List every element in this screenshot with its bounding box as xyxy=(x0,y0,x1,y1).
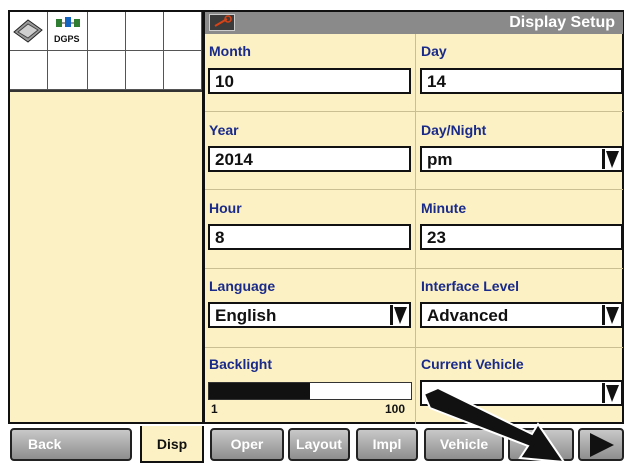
interface-level-value: Advanced xyxy=(427,306,509,325)
row-divider xyxy=(205,268,623,269)
layout-button[interactable]: Layout xyxy=(288,428,350,461)
status-cell-10[interactable] xyxy=(164,51,202,90)
impl-button[interactable]: Impl xyxy=(356,428,418,461)
status-cell-9[interactable] xyxy=(126,51,164,90)
language-value: English xyxy=(215,306,277,325)
current-vehicle-dropdown[interactable] xyxy=(420,380,623,406)
day-field[interactable]: 14 xyxy=(420,68,623,94)
play-arrow-icon xyxy=(590,433,614,457)
backlight-level xyxy=(209,383,310,399)
row-divider xyxy=(205,347,623,348)
backlight-slider[interactable] xyxy=(208,382,412,400)
tab-disp[interactable]: Disp xyxy=(140,426,204,463)
row-divider xyxy=(205,189,623,190)
status-cell-4[interactable] xyxy=(126,12,164,51)
current-vehicle-label: Current Vehicle xyxy=(421,356,524,372)
hour-field[interactable]: 8 xyxy=(208,224,411,250)
dgps-label: DGPS xyxy=(54,34,80,44)
day-label: Day xyxy=(421,43,447,59)
backlight-max-label: 100 xyxy=(385,402,406,416)
day-night-value: pm xyxy=(427,150,453,169)
interface-level-dropdown[interactable]: Advanced xyxy=(420,302,623,328)
status-cell-dgps[interactable]: DGPS xyxy=(48,12,88,51)
dropdown-arrow-icon xyxy=(390,305,407,325)
display-setup-panel: Display Setup Month 10 Day 14 Year 2014 … xyxy=(204,10,624,424)
row-divider xyxy=(205,111,623,112)
interface-level-label: Interface Level xyxy=(421,278,520,294)
hour-label: Hour xyxy=(209,200,242,216)
status-cell-5[interactable] xyxy=(164,12,202,51)
day-night-dropdown[interactable]: pm xyxy=(420,146,623,172)
wrench-icon xyxy=(209,14,235,31)
dropdown-arrow-icon xyxy=(602,149,619,169)
title-bar: Display Setup xyxy=(205,12,623,34)
dropdown-arrow-icon xyxy=(602,305,619,325)
oper-button[interactable]: Oper xyxy=(210,428,284,461)
display-unit-icon xyxy=(13,19,43,43)
column-divider xyxy=(415,34,416,424)
backlight-label: Backlight xyxy=(209,356,273,372)
satellite-icon xyxy=(56,17,80,27)
page-title: Display Setup xyxy=(509,14,615,31)
month-label: Month xyxy=(209,43,251,59)
year-field[interactable]: 2014 xyxy=(208,146,411,172)
vt-button[interactable]: VT xyxy=(508,428,574,461)
status-grid-divider xyxy=(10,90,202,92)
month-field[interactable]: 10 xyxy=(208,68,411,94)
language-dropdown[interactable]: English xyxy=(208,302,411,328)
status-cell-display[interactable] xyxy=(10,12,48,51)
status-cell-8[interactable] xyxy=(88,51,126,90)
status-cell-7[interactable] xyxy=(48,51,88,90)
year-label: Year xyxy=(209,122,239,138)
dropdown-arrow-icon xyxy=(602,383,619,403)
vehicle-button[interactable]: Vehicle xyxy=(424,428,504,461)
status-cell-3[interactable] xyxy=(88,12,126,51)
minute-field[interactable]: 23 xyxy=(420,224,623,250)
back-button[interactable]: Back xyxy=(10,428,132,461)
backlight-min-label: 1 xyxy=(211,402,218,416)
next-page-button[interactable] xyxy=(578,428,624,461)
status-cell-6[interactable] xyxy=(10,51,48,90)
status-grid: DGPS xyxy=(10,12,202,92)
left-panel: DGPS xyxy=(8,10,204,424)
language-label: Language xyxy=(209,278,276,294)
day-night-label: Day/Night xyxy=(421,122,487,138)
minute-label: Minute xyxy=(421,200,467,216)
